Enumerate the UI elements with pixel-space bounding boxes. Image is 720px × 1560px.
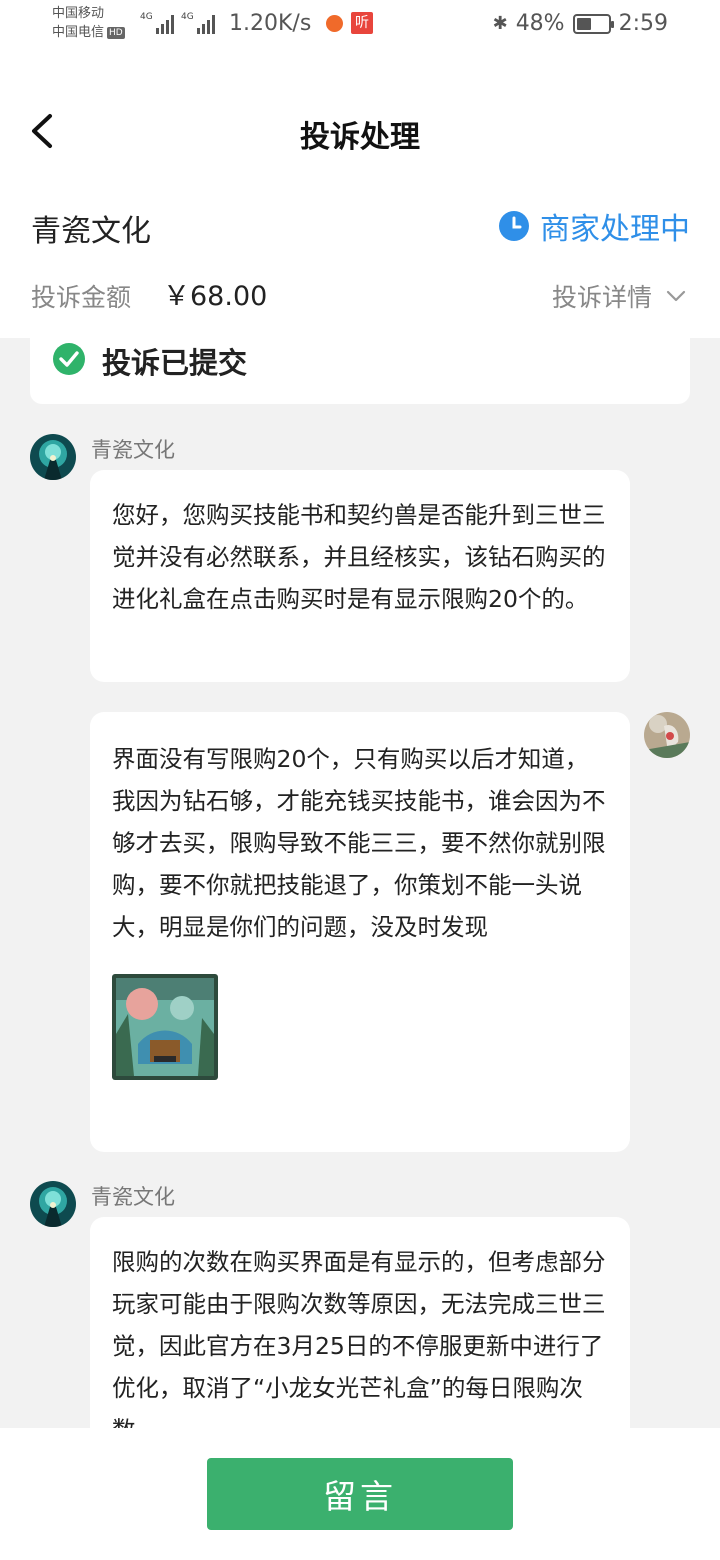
submitted-text: 投诉已提交 bbox=[102, 346, 248, 380]
processing-status: 商家处理中 bbox=[498, 204, 690, 248]
signal-1-icon: 4G bbox=[140, 12, 174, 34]
app-notification-icon bbox=[326, 15, 343, 32]
bluetooth-icon: ✱ bbox=[492, 13, 508, 34]
status-bar: 中国移动 中国电信 HD 4G 4G 1.20K/s 听 ✱ 48% 2:59 bbox=[0, 0, 720, 56]
user-avatar-image bbox=[644, 712, 690, 758]
message-text: 限购的次数在购买界面是有显示的，但考虑部分玩家可能由于限购次数等原因，无法完成三… bbox=[112, 1248, 606, 1444]
clock-icon bbox=[499, 211, 529, 241]
merchant-avatar[interactable] bbox=[30, 1181, 76, 1227]
complaint-detail-toggle[interactable]: 投诉详情 bbox=[552, 278, 686, 314]
user-avatar[interactable] bbox=[644, 712, 690, 758]
signal-1-label: 4G bbox=[140, 12, 153, 22]
merchant-name: 青瓷文化 bbox=[31, 214, 151, 249]
status-text: 商家处理中 bbox=[540, 212, 690, 247]
merchant-avatar[interactable] bbox=[30, 434, 76, 480]
hd-badge: HD bbox=[107, 26, 125, 39]
merchant-avatar-image bbox=[30, 434, 76, 480]
chevron-down-icon bbox=[666, 290, 686, 302]
message-text: 界面没有写限购20个，只有购买以后才知道，我因为钻石够，才能充钱买技能书，谁会因… bbox=[112, 745, 606, 941]
carrier-2: 中国电信 bbox=[52, 25, 105, 40]
battery-fill bbox=[576, 17, 591, 30]
attachment-thumbnail[interactable] bbox=[112, 974, 218, 1080]
leave-message-button[interactable]: 留言 bbox=[207, 1458, 513, 1530]
complaint-header: 投诉处理 青瓷文化 商家处理中 投诉金额 ￥68.00 投诉详情 bbox=[0, 56, 720, 338]
carrier-info: 中国移动 中国电信 HD bbox=[52, 4, 125, 42]
message-sender: 青瓷文化 bbox=[91, 438, 175, 462]
clock-time: 2:59 bbox=[618, 11, 668, 36]
check-circle-icon bbox=[53, 343, 85, 375]
listen-app-icon: 听 bbox=[351, 12, 373, 34]
message-text: 您好，您购买技能书和契约兽是否能升到三世三觉并没有必然联系，并且经核实，该钻石购… bbox=[112, 501, 606, 613]
message-sender: 青瓷文化 bbox=[91, 1185, 175, 1209]
merchant-avatar-image bbox=[30, 1181, 76, 1227]
signal-2-icon: 4G bbox=[181, 12, 215, 34]
detail-label: 投诉详情 bbox=[551, 283, 652, 312]
status-right: ✱ 48% 2:59 bbox=[493, 11, 668, 36]
carrier-1: 中国移动 bbox=[52, 6, 105, 21]
submitted-card: 投诉已提交 bbox=[30, 338, 690, 404]
amount-value: ￥68.00 bbox=[163, 281, 268, 312]
amount-label: 投诉金额 bbox=[31, 283, 132, 312]
battery-percent: 48% bbox=[515, 11, 565, 36]
message-bubble: 界面没有写限购20个，只有购买以后才知道，我因为钻石够，才能充钱买技能书，谁会因… bbox=[90, 712, 630, 1152]
net-speed: 1.20K/s bbox=[229, 11, 312, 36]
battery-icon bbox=[572, 13, 614, 34]
message-bubble: 您好，您购买技能书和契约兽是否能升到三世三觉并没有必然联系，并且经核实，该钻石购… bbox=[90, 470, 630, 682]
page-title: 投诉处理 bbox=[300, 120, 420, 155]
bottom-action-bar: 留言 bbox=[0, 1428, 720, 1560]
signal-2-label: 4G bbox=[181, 12, 194, 22]
game-screenshot-image bbox=[112, 974, 218, 1080]
